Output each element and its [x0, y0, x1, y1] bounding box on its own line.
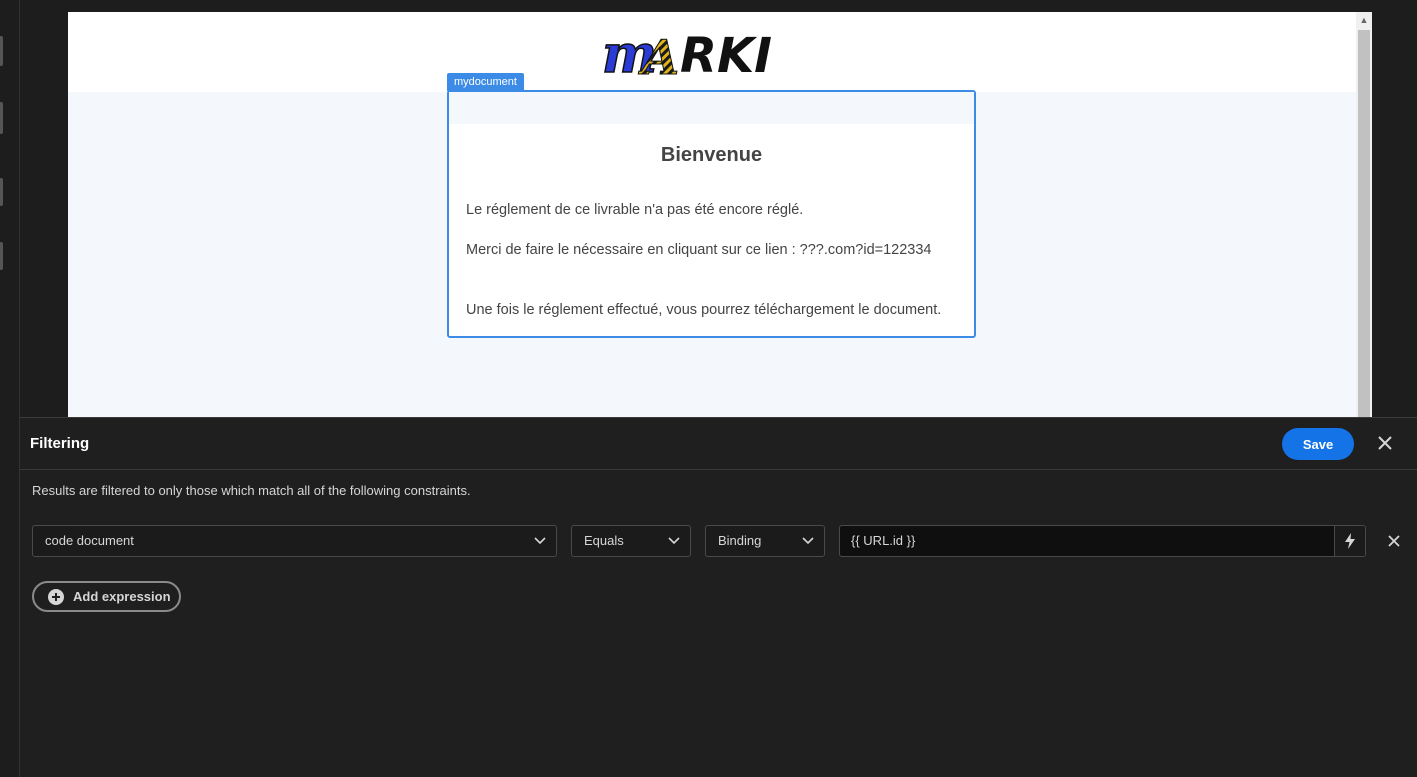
- marki-logo: m A RKI: [602, 24, 772, 80]
- plus-circle-icon: [48, 588, 64, 605]
- rail-item[interactable]: [0, 36, 3, 66]
- scroll-thumb[interactable]: [1358, 30, 1370, 417]
- panel-header: Filtering Save: [20, 418, 1417, 470]
- field-select-value: code document: [45, 533, 134, 548]
- card-text-line-3: Une fois le réglement effectué, vous pou…: [466, 302, 942, 318]
- svg-text:RKI: RKI: [680, 28, 772, 80]
- remove-expression-close-icon[interactable]: [1385, 532, 1403, 550]
- operator-select[interactable]: Equals: [571, 525, 691, 557]
- binding-value-input[interactable]: {{ URL.id }}: [839, 525, 1366, 557]
- component-tag[interactable]: mydocument: [447, 73, 524, 91]
- card-title: Bienvenue: [660, 144, 763, 166]
- value-type-select[interactable]: Binding: [705, 525, 825, 557]
- filtering-panel: Filtering Save Results are filtered to o…: [20, 417, 1417, 777]
- save-button[interactable]: Save: [1282, 428, 1354, 460]
- filter-description: Results are filtered to only those which…: [32, 483, 471, 498]
- lightning-bolt-icon[interactable]: [1334, 526, 1365, 556]
- operator-select-value: Equals: [584, 533, 624, 548]
- page-header: m A RKI: [68, 12, 1356, 92]
- add-expression-button[interactable]: Add expression: [32, 581, 181, 612]
- rail-item[interactable]: [0, 178, 3, 206]
- field-select[interactable]: code document: [32, 525, 557, 557]
- card-header: [449, 92, 974, 124]
- left-rail: [0, 0, 20, 777]
- document-card[interactable]: Bienvenue Le réglement de ce livrable n'…: [447, 90, 976, 338]
- value-type-select-value: Binding: [718, 533, 762, 548]
- chevron-down-icon: [802, 537, 814, 545]
- card-text-line-1: Le réglement de ce livrable n'a pas été …: [466, 202, 804, 218]
- panel-title: Filtering: [30, 435, 90, 452]
- rail-item[interactable]: [0, 102, 3, 134]
- preview-canvas: m A RKI mydocument Bienvenue Le réglemen…: [68, 12, 1372, 417]
- svg-text:A: A: [638, 30, 679, 80]
- add-expression-label: Add expression: [73, 589, 171, 604]
- vertical-scrollbar[interactable]: ▲: [1356, 12, 1372, 417]
- scroll-up-arrow-icon[interactable]: ▲: [1356, 12, 1372, 28]
- close-icon[interactable]: [1374, 432, 1396, 454]
- chevron-down-icon: [534, 537, 546, 545]
- rail-item[interactable]: [0, 242, 3, 270]
- binding-value-text[interactable]: {{ URL.id }}: [851, 533, 915, 548]
- chevron-down-icon: [668, 537, 680, 545]
- card-text-line-2: Merci de faire le nécessaire en cliquant…: [466, 242, 932, 258]
